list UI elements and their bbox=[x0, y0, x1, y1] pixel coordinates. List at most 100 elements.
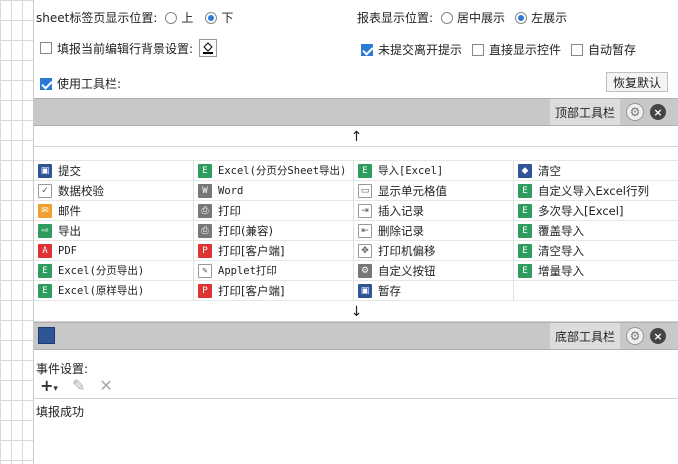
client-print-icon: P bbox=[198, 243, 212, 258]
sheet-position-top-label: 上 bbox=[181, 11, 194, 25]
tool-item-label: Excel(分页导出) bbox=[58, 265, 145, 277]
tool-item[interactable]: ✎ Applet打印 bbox=[194, 261, 354, 281]
delete-event-icon[interactable]: ✕ bbox=[99, 376, 112, 395]
tool-item[interactable]: ◆ 清空 bbox=[514, 161, 678, 181]
excel-icon: E bbox=[358, 163, 372, 178]
top-toolbar-title: 顶部工具栏 bbox=[550, 99, 620, 125]
tool-item-label: 删除记录 bbox=[378, 223, 424, 238]
event-toolbar: +▾ ✎ ✕ bbox=[40, 376, 113, 395]
top-toolbar-gear-icon[interactable]: ⚙ bbox=[626, 103, 644, 121]
event-item[interactable]: 填报成功 bbox=[36, 403, 84, 420]
report-position-left-radio[interactable] bbox=[515, 11, 528, 24]
tool-item[interactable]: ▣ 暂存 bbox=[354, 281, 514, 301]
edit-event-icon[interactable]: ✎ bbox=[72, 376, 85, 395]
tool-item-label: 清空导入 bbox=[538, 243, 584, 258]
unsubmitted-tip-checkbox[interactable] bbox=[361, 43, 373, 56]
tool-item[interactable]: E Excel(原样导出) bbox=[34, 281, 194, 301]
tool-item[interactable]: E Excel(分页分Sheet导出) bbox=[194, 161, 354, 181]
unsubmitted-tip-label: 未提交离开提示 bbox=[378, 43, 463, 57]
sheet-position-bottom-label: 下 bbox=[221, 11, 234, 25]
tool-item[interactable]: P 打印[客户端] bbox=[194, 241, 354, 261]
tool-item[interactable]: E 导入[Excel] bbox=[354, 161, 514, 181]
tool-item-label: 增量导入 bbox=[538, 263, 584, 278]
printer-icon: ⎙ bbox=[198, 203, 212, 218]
bottom-toolbar-close-icon[interactable]: × bbox=[650, 328, 666, 344]
tool-item[interactable]: ✥ 打印机偏移 bbox=[354, 241, 514, 261]
sheet-position-top-radio[interactable] bbox=[165, 11, 178, 24]
tool-item[interactable]: ⎙ 打印(兼容) bbox=[194, 221, 354, 241]
pdf-print-icon: P bbox=[198, 283, 212, 298]
fill-bg-row: 填报当前编辑行背景设置: bbox=[40, 39, 218, 57]
tool-item[interactable]: ⚙ 自定义按钮 bbox=[354, 261, 514, 281]
reset-default-button[interactable]: 恢复默认 bbox=[606, 72, 668, 92]
paint-bucket-icon bbox=[203, 42, 214, 54]
pdf-icon: A bbox=[38, 243, 52, 258]
tool-item-label: 清空 bbox=[538, 163, 561, 178]
add-event-icon[interactable]: +▾ bbox=[40, 376, 58, 395]
move-up-row[interactable]: ↑ bbox=[34, 127, 678, 147]
move-icon: ✥ bbox=[358, 243, 372, 258]
printer-icon: ⎙ bbox=[198, 223, 212, 238]
excel-icon: E bbox=[198, 163, 212, 178]
tool-item-label: 导出 bbox=[58, 223, 81, 238]
move-down-row[interactable]: ↓ bbox=[34, 302, 678, 322]
tool-item[interactable]: E Excel(分页导出) bbox=[34, 261, 194, 281]
bottom-toolbar-gear-icon[interactable]: ⚙ bbox=[626, 327, 644, 345]
tool-item[interactable]: E 自定义导入Excel行列 bbox=[514, 181, 678, 201]
tool-item[interactable]: ▣ 提交 bbox=[34, 161, 194, 181]
tool-item-label: 打印机偏移 bbox=[378, 243, 436, 258]
tool-item[interactable]: E 多次导入[Excel] bbox=[514, 201, 678, 221]
auto-save-checkbox[interactable] bbox=[571, 43, 584, 56]
use-toolbar-checkbox[interactable] bbox=[40, 77, 52, 90]
sheet-position-bottom-radio[interactable] bbox=[205, 11, 218, 24]
tool-item[interactable]: W Word bbox=[194, 181, 354, 201]
top-toolbar-bar: 顶部工具栏 ⚙ × bbox=[34, 98, 678, 126]
fill-bg-checkbox[interactable] bbox=[40, 42, 52, 54]
tool-item[interactable]: E 清空导入 bbox=[514, 241, 678, 261]
tool-item[interactable]: E 覆盖导入 bbox=[514, 221, 678, 241]
arrow-up-icon: ↑ bbox=[350, 128, 363, 145]
tool-item[interactable]: ⇥ 插入记录 bbox=[354, 201, 514, 221]
tool-item[interactable]: ✓ 数据校验 bbox=[34, 181, 194, 201]
gear-icon: ⚙ bbox=[358, 263, 372, 278]
tool-item-label: 自定义按钮 bbox=[378, 263, 436, 278]
tool-item-label: 打印 bbox=[218, 203, 241, 218]
tool-item[interactable]: P 打印[客户端] bbox=[194, 281, 354, 301]
tool-item[interactable]: ⇤ 删除记录 bbox=[354, 221, 514, 241]
direct-display-checkbox[interactable] bbox=[472, 43, 485, 56]
applet-icon: ✎ bbox=[198, 263, 212, 278]
paint-bucket-button[interactable] bbox=[199, 39, 218, 57]
tool-item-label: Applet打印 bbox=[218, 265, 277, 277]
tool-item-label: 邮件 bbox=[58, 203, 81, 218]
tool-item-label: 插入记录 bbox=[378, 203, 424, 218]
export-icon: ⇨ bbox=[38, 223, 52, 238]
report-position-left-label: 左展示 bbox=[531, 11, 568, 25]
excel-icon: E bbox=[518, 223, 532, 238]
bottom-toolbar-title: 底部工具栏 bbox=[550, 323, 620, 349]
tool-item[interactable]: A PDF bbox=[34, 241, 194, 261]
tool-item[interactable]: E 增量导入 bbox=[514, 261, 678, 281]
eraser-icon: ◆ bbox=[518, 163, 532, 178]
use-toolbar-row: 使用工具栏: bbox=[40, 75, 121, 92]
tool-item[interactable]: ⎙ 打印 bbox=[194, 201, 354, 221]
report-position-row: 报表显示位置: 居中展示 左展示 bbox=[357, 9, 567, 26]
word-icon: W bbox=[198, 183, 212, 198]
report-position-center-radio[interactable] bbox=[441, 11, 454, 24]
check-icon: ✓ bbox=[38, 183, 52, 198]
spreadsheet-grid-edge bbox=[0, 0, 33, 464]
tool-item-label: 打印[客户端] bbox=[218, 243, 285, 258]
excel-icon: E bbox=[518, 203, 532, 218]
options-row: 未提交离开提示 直接显示控件 自动暂存 bbox=[361, 41, 636, 58]
event-settings-label: 事件设置: bbox=[36, 362, 89, 376]
tool-item[interactable]: ▭ 显示单元格值 bbox=[354, 181, 514, 201]
delete-record-icon: ⇤ bbox=[358, 223, 372, 238]
tool-item[interactable]: ✉ 邮件 bbox=[34, 201, 194, 221]
mail-icon: ✉ bbox=[38, 203, 52, 218]
tool-item-label: 多次导入[Excel] bbox=[538, 203, 624, 218]
arrow-down-icon: ↓ bbox=[350, 303, 363, 320]
bottom-toolbar-bar: 底部工具栏 ⚙ × bbox=[34, 322, 678, 350]
top-toolbar-close-icon[interactable]: × bbox=[650, 104, 666, 120]
bottom-toolbar-save-icon[interactable] bbox=[38, 327, 55, 344]
cell-icon: ▭ bbox=[358, 183, 372, 198]
tool-item[interactable]: ⇨ 导出 bbox=[34, 221, 194, 241]
